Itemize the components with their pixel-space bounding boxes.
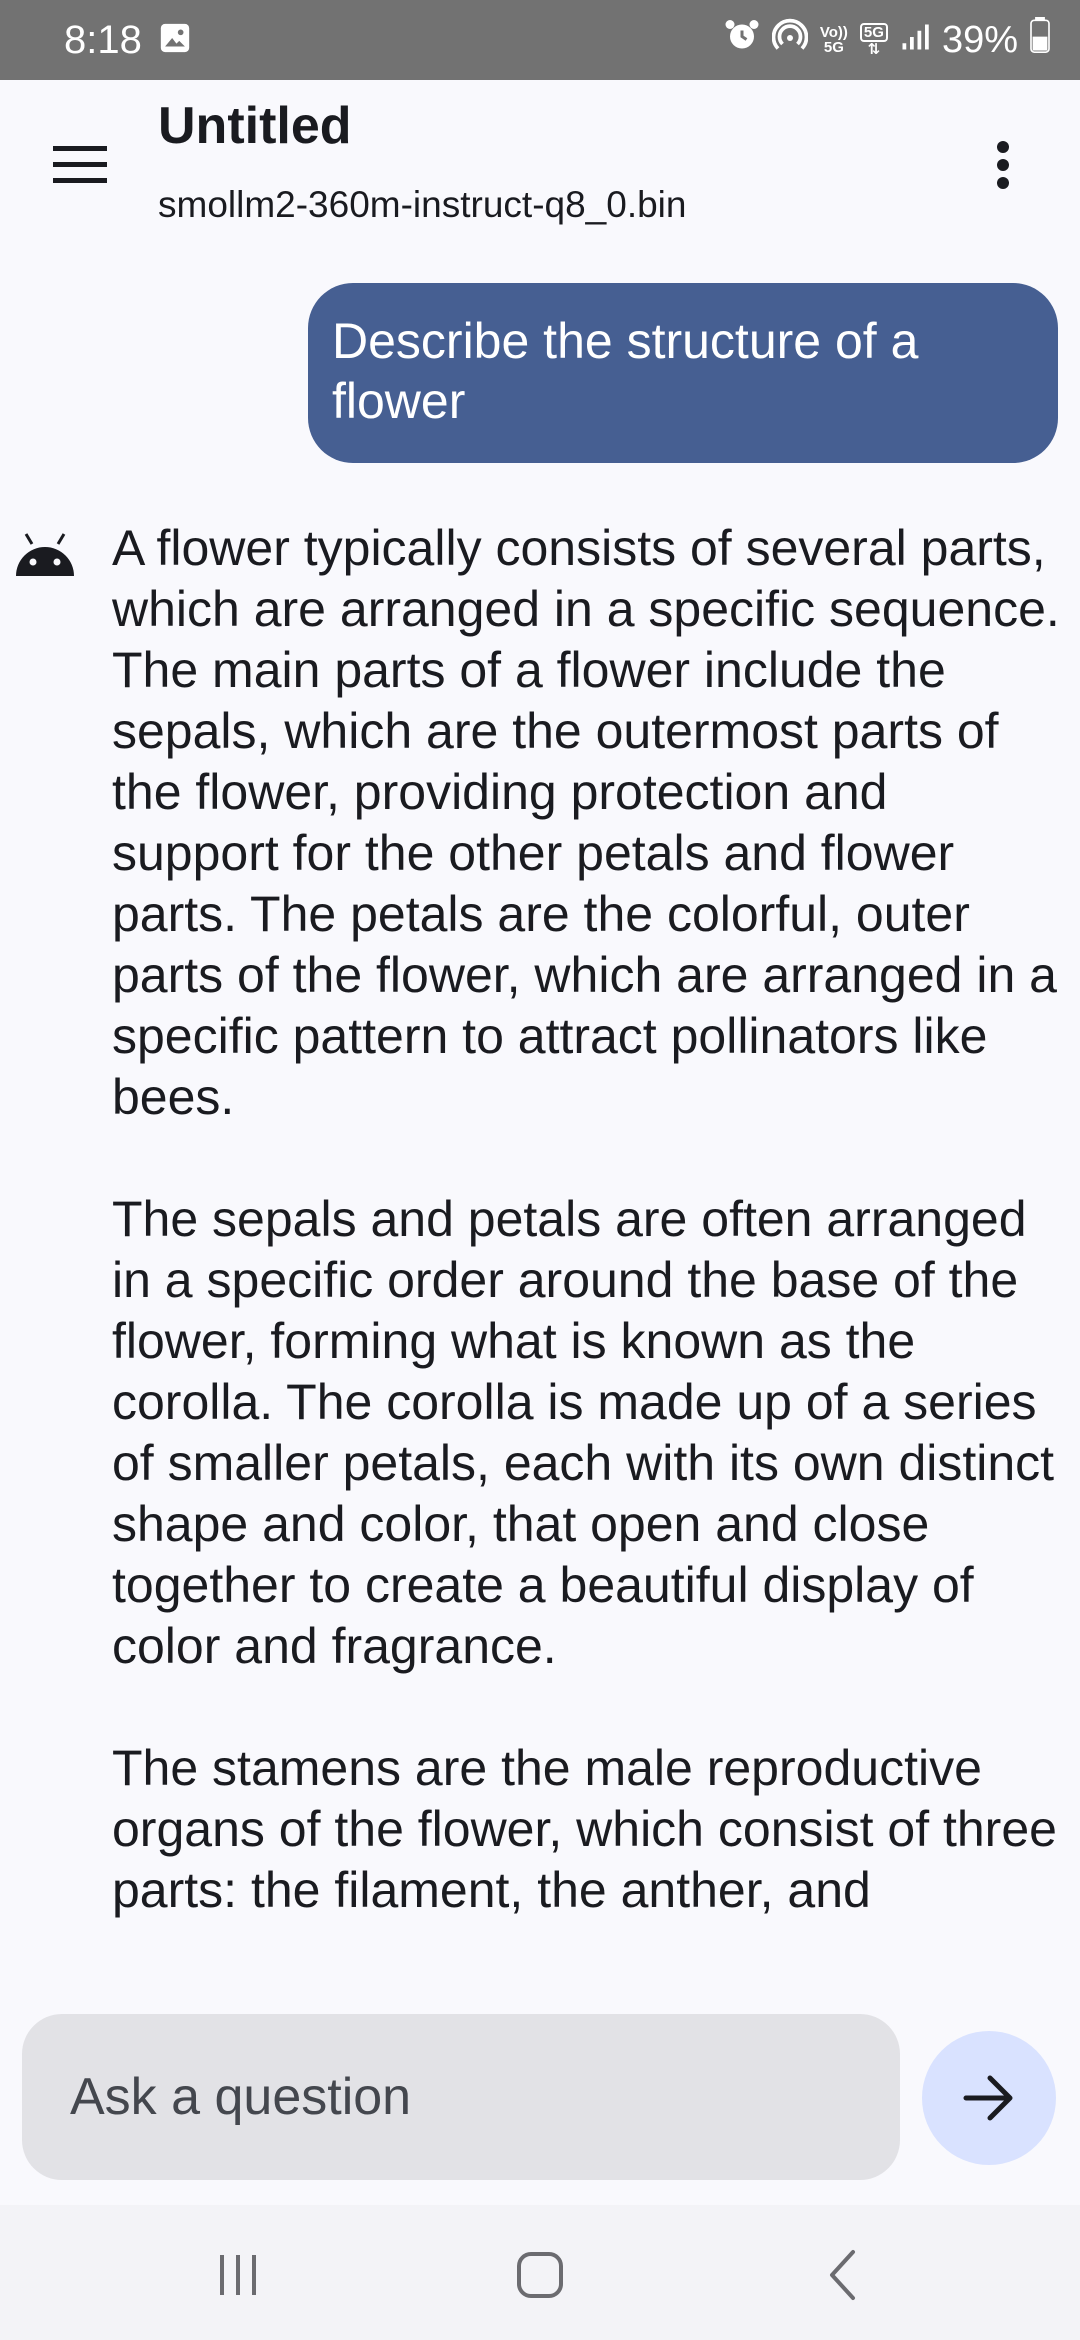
question-input[interactable] — [22, 2014, 900, 2180]
home-button[interactable] — [500, 2245, 580, 2305]
back-button[interactable] — [802, 2245, 882, 2305]
app-bar: Untitled smollm2-360m-instruct-q8_0.bin — [0, 80, 1080, 250]
page-title: Untitled — [158, 97, 352, 155]
battery-icon — [1030, 17, 1050, 63]
input-area — [0, 1990, 1080, 2205]
assistant-message: A flower typically consists of several p… — [112, 518, 1062, 1982]
status-time: 8:18 — [64, 17, 142, 62]
volte-indicator: Vo)) 5G — [820, 25, 848, 55]
more-vert-icon — [997, 141, 1009, 189]
hamburger-menu-icon — [53, 146, 107, 183]
assistant-paragraph: The stamens are the male reproductive or… — [112, 1740, 1057, 1918]
volte-top: Vo)) — [819, 24, 848, 41]
arrow-right-icon — [963, 2075, 1013, 2121]
system-nav-bar — [0, 2205, 1080, 2340]
more-options-button[interactable] — [970, 130, 1036, 200]
recent-apps-icon — [220, 2255, 256, 2295]
alarm-icon — [724, 17, 760, 63]
status-bar: 8:18 Vo)) 5G 5G ⇅ 39% — [0, 0, 1080, 80]
menu-button[interactable] — [40, 135, 120, 195]
chat-area[interactable]: Describe the structure of a flower A flo… — [0, 250, 1080, 1990]
user-message: Describe the structure of a flower — [308, 283, 1058, 463]
network-type: 5G — [859, 23, 888, 42]
signal-icon — [900, 19, 930, 62]
android-robot-icon — [14, 532, 76, 578]
battery-percent: 39% — [941, 18, 1018, 61]
home-icon — [517, 2252, 563, 2298]
recent-apps-button[interactable] — [198, 2245, 278, 2305]
network-type-indicator: 5G ⇅ — [859, 23, 888, 58]
assistant-paragraph: A flower typically consists of several p… — [112, 520, 1060, 1125]
gallery-icon — [158, 21, 192, 60]
back-icon — [830, 2250, 855, 2300]
send-button[interactable] — [922, 2031, 1056, 2165]
hotspot-icon — [771, 17, 809, 63]
model-name: smollm2-360m-instruct-q8_0.bin — [158, 184, 687, 225]
volte-bottom: 5G — [823, 39, 844, 56]
data-arrows-icon: ⇅ — [867, 41, 881, 58]
assistant-paragraph: The sepals and petals are often arranged… — [112, 1191, 1055, 1674]
